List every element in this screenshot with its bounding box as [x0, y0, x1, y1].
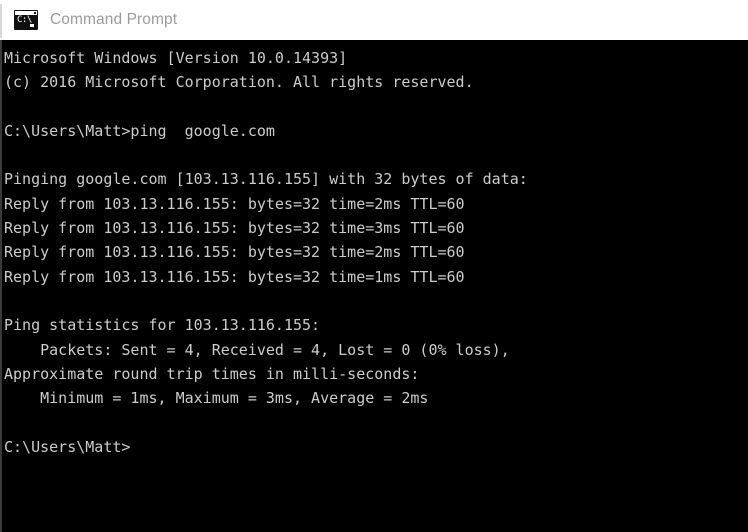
- console-line: Microsoft Windows [Version 10.0.14393]: [4, 49, 348, 67]
- console-output-area[interactable]: Microsoft Windows [Version 10.0.14393] (c…: [0, 40, 748, 532]
- titlebar-left-edge: [0, 4, 2, 38]
- command-prompt-window: C:\ Command Prompt Microsoft Windows [Ve…: [0, 0, 748, 532]
- console-line: Reply from 103.13.116.155: bytes=32 time…: [4, 243, 465, 262]
- command-prompt-icon: C:\: [14, 10, 38, 30]
- console-line: Reply from 103.13.116.155: bytes=32 time…: [4, 267, 465, 286]
- icon-cursor-block: [30, 24, 34, 27]
- console-line: Reply from 103.13.116.155: bytes=32 time…: [4, 194, 465, 213]
- console-line: Packets: Sent = 4, Received = 4, Lost = …: [4, 340, 510, 359]
- console-line: (c) 2016 Microsoft Corporation. All righ…: [4, 73, 474, 92]
- console-line: Reply from 103.13.116.155: bytes=32 time…: [4, 219, 465, 238]
- window-title: Command Prompt: [50, 11, 178, 28]
- console-line: Minimum = 1ms, Maximum = 3ms, Average = …: [4, 389, 429, 408]
- console-line: Ping statistics for 103.13.116.155:: [4, 316, 321, 335]
- console-line: C:\Users\Matt>ping google.com: [4, 121, 275, 140]
- console-line: C:\Users\Matt>: [4, 437, 131, 456]
- console-line: Approximate round trip times in milli-se…: [4, 364, 420, 383]
- console-line: Pinging google.com [103.13.116.155] with…: [4, 170, 528, 189]
- window-titlebar[interactable]: C:\ Command Prompt: [0, 0, 748, 40]
- console-text: Microsoft Windows [Version 10.0.14393] (c…: [2, 40, 748, 459]
